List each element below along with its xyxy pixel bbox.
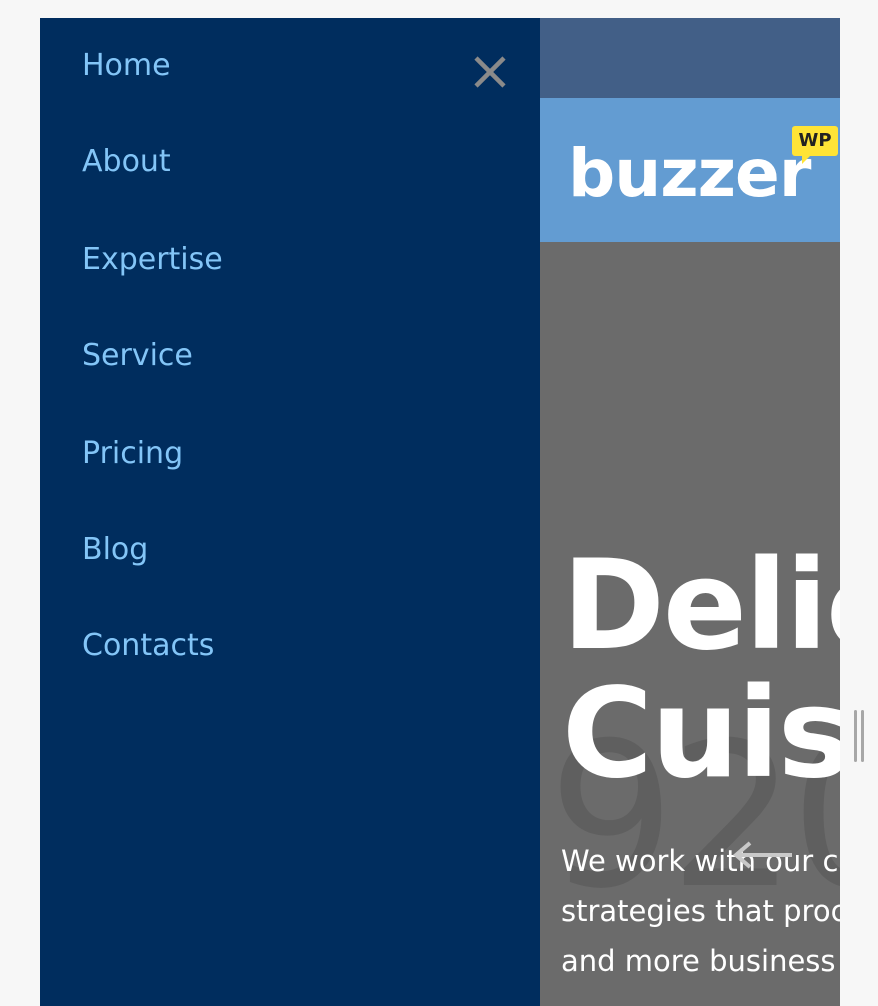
hero-title-line-1: Delic bbox=[562, 534, 840, 678]
slider-prev-button[interactable] bbox=[726, 830, 796, 880]
browser-viewport: Home About Expertise Service Pricing Blo… bbox=[40, 18, 840, 1006]
menu-item-about[interactable]: About bbox=[82, 144, 171, 180]
drag-handle-icon[interactable] bbox=[854, 710, 866, 762]
hero-description-line: strategies that proc bbox=[561, 894, 840, 928]
logo-banner: buzzer WP bbox=[540, 98, 840, 242]
hero-description: We work with our c strategies that proc … bbox=[561, 836, 840, 986]
hero-section: 920 Delic Cuis We work with our c strate… bbox=[540, 242, 840, 1006]
hero-title: Delic Cuis bbox=[562, 542, 840, 798]
menu-item-home[interactable]: Home bbox=[82, 48, 171, 84]
side-menu: Home About Expertise Service Pricing Blo… bbox=[40, 18, 540, 1006]
menu-item-expertise[interactable]: Expertise bbox=[82, 242, 223, 278]
hero-description-line: and more business bbox=[561, 944, 836, 978]
menu-item-blog[interactable]: Blog bbox=[82, 532, 148, 568]
menu-item-contacts[interactable]: Contacts bbox=[82, 628, 214, 664]
arrow-left-icon bbox=[732, 841, 792, 869]
menu-item-service[interactable]: Service bbox=[82, 338, 193, 374]
top-bar bbox=[540, 18, 840, 98]
logo-badge: WP bbox=[792, 126, 838, 164]
hero-title-line-2: Cuis bbox=[562, 662, 840, 806]
close-icon bbox=[474, 56, 506, 88]
page-content: buzzer WP 920 Delic Cuis We work with ou… bbox=[540, 18, 840, 1006]
site-logo[interactable]: buzzer bbox=[568, 124, 811, 224]
menu-item-pricing[interactable]: Pricing bbox=[82, 436, 183, 472]
hero-description-line: We work with our c bbox=[561, 844, 839, 878]
close-menu-button[interactable] bbox=[470, 52, 510, 92]
